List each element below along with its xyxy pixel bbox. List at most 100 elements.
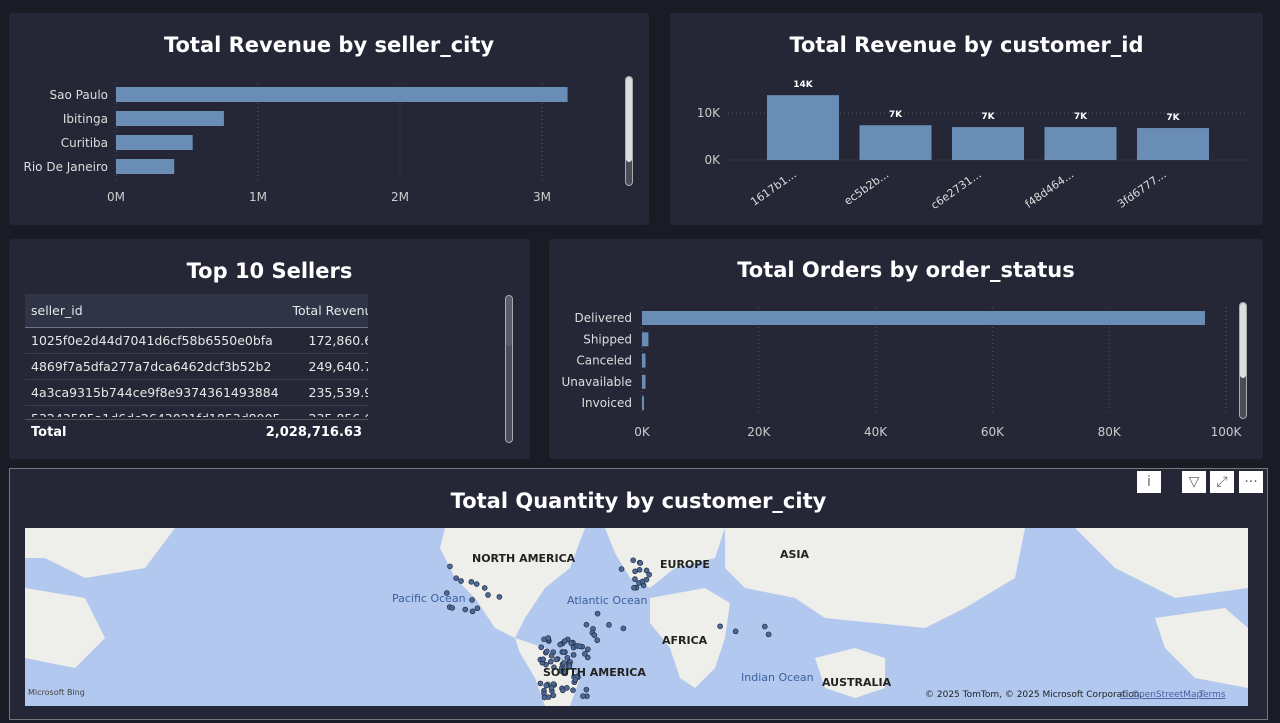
info-icon[interactable]: i <box>1137 471 1161 493</box>
filter-icon[interactable]: ▽ <box>1182 471 1206 493</box>
scrollbar[interactable] <box>1239 302 1247 419</box>
map-point[interactable] <box>632 568 638 575</box>
y-tick-label: 10K <box>697 106 721 120</box>
map-point[interactable] <box>548 652 555 659</box>
map-point[interactable] <box>560 649 567 655</box>
map-point[interactable] <box>762 623 768 630</box>
map-point[interactable] <box>469 608 476 615</box>
map-point[interactable] <box>618 566 625 572</box>
column-header[interactable]: seller_id <box>25 294 287 328</box>
table-row[interactable]: 1025f0e2d44d7041d6cf58b6550e0bfa 172,860.… <box>25 327 368 354</box>
map-point[interactable] <box>765 631 772 638</box>
map-point[interactable] <box>468 579 475 585</box>
bar[interactable] <box>116 111 224 126</box>
world-map[interactable]: NORTH AMERICA EUROPE ASIA AFRICA SOUTH A… <box>25 528 1248 706</box>
map-point[interactable] <box>474 605 481 612</box>
map-point[interactable] <box>447 563 453 570</box>
map-point[interactable] <box>553 656 559 663</box>
map-point[interactable] <box>637 560 644 566</box>
terms-link[interactable]: Terms <box>1198 690 1226 700</box>
bar[interactable] <box>116 135 193 150</box>
bar[interactable] <box>767 95 839 160</box>
map-point[interactable] <box>449 605 456 611</box>
map-point[interactable] <box>543 682 550 689</box>
map-point[interactable] <box>453 575 459 582</box>
column-header[interactable]: Total Revenue <box>286 294 368 328</box>
map-point[interactable] <box>496 594 503 600</box>
scrollbar[interactable] <box>505 295 513 443</box>
bar[interactable] <box>952 127 1024 160</box>
osm-link[interactable]: © OpenStreetMap <box>1120 690 1203 700</box>
map-point[interactable] <box>594 637 601 644</box>
more-options-icon[interactable]: ··· <box>1239 471 1263 493</box>
bar[interactable] <box>116 159 175 174</box>
map-point[interactable] <box>537 680 544 687</box>
map-point[interactable] <box>632 576 638 582</box>
map-point[interactable] <box>469 597 475 603</box>
map-point[interactable] <box>544 648 550 655</box>
map-point[interactable] <box>550 692 557 699</box>
map-point[interactable] <box>620 625 627 632</box>
x-tick-label: 40K <box>864 425 888 439</box>
bar[interactable] <box>1044 127 1117 160</box>
map-point[interactable] <box>473 581 480 587</box>
map-point[interactable] <box>631 584 637 591</box>
map-point[interactable] <box>584 646 591 653</box>
table-row[interactable]: 4869f7a5dfa277a7dca6462dcf3b52b2 249,640.… <box>25 353 368 380</box>
map-point[interactable] <box>582 651 588 657</box>
bar[interactable] <box>859 125 932 160</box>
map-point[interactable] <box>458 578 464 584</box>
map-point[interactable] <box>485 592 491 598</box>
order-status-chart-panel[interactable]: Total Orders by order_status 0K 20K 40K 60K… <box>549 239 1263 459</box>
bar[interactable] <box>642 353 646 368</box>
x-tick-label: 0K <box>634 425 651 439</box>
table-row[interactable]: 4a3ca9315b744ce9f8e9374361493884 235,539.… <box>25 379 368 406</box>
map-point[interactable] <box>481 585 488 591</box>
map-point[interactable] <box>541 694 548 701</box>
map-point[interactable] <box>538 644 545 651</box>
map-point[interactable] <box>594 610 601 617</box>
map-panel[interactable]: Total Quantity by customer_city NORTH AM… <box>9 468 1268 720</box>
seller-city-chart-panel[interactable]: Total Revenue by seller_city 0M 1M 2M 3M Sao… <box>9 13 649 225</box>
map-point[interactable] <box>717 623 723 630</box>
revenue-cell: 235,539.96 <box>286 379 368 406</box>
map-point[interactable] <box>591 632 598 638</box>
table-row[interactable]: 53243585a1d6dc2643021fd1853d8905235,856.… <box>25 405 368 417</box>
map-point[interactable] <box>570 652 577 658</box>
x-tick-label: 3M <box>533 190 551 204</box>
bar[interactable] <box>642 374 646 389</box>
scrollbar[interactable] <box>625 76 633 186</box>
seller-id-cell: 4869f7a5dfa277a7dca6462dcf3b52b2 <box>25 353 287 380</box>
map-point[interactable] <box>606 622 612 628</box>
map-point[interactable] <box>580 693 586 699</box>
focus-mode-icon[interactable]: ⤢ <box>1210 471 1234 493</box>
map-point[interactable] <box>583 621 590 628</box>
map-point[interactable] <box>646 571 652 578</box>
map-point[interactable] <box>564 685 570 691</box>
bar[interactable] <box>1137 128 1209 160</box>
map-point[interactable] <box>583 686 590 693</box>
map-point[interactable] <box>568 640 575 646</box>
map-point[interactable] <box>732 628 739 635</box>
bar[interactable] <box>642 396 644 411</box>
map-point[interactable] <box>462 606 469 613</box>
map-point[interactable] <box>540 656 547 663</box>
continent-label: AUSTRALIA <box>822 676 892 689</box>
bar[interactable] <box>642 332 649 347</box>
map-point[interactable] <box>548 685 555 691</box>
map-point[interactable] <box>547 658 554 665</box>
map-point[interactable] <box>643 576 650 583</box>
map-point[interactable] <box>561 638 568 644</box>
top-sellers-panel[interactable]: Top 10 Sellers seller_idTotal Revenue 10… <box>9 239 530 459</box>
customer-id-chart-panel[interactable]: Total Revenue by customer_id 0K 10K 14K 161… <box>670 13 1263 225</box>
bar[interactable] <box>642 311 1205 325</box>
ocean-label: Indian Ocean <box>741 671 814 684</box>
map-point[interactable] <box>576 643 583 649</box>
map-point[interactable] <box>561 660 567 666</box>
bar[interactable] <box>116 87 568 102</box>
map-point[interactable] <box>630 557 637 564</box>
map-point[interactable] <box>570 687 576 693</box>
map-point[interactable] <box>557 641 563 648</box>
seller-id-cell: 4a3ca9315b744ce9f8e9374361493884 <box>25 379 287 406</box>
map-point[interactable] <box>545 635 552 641</box>
